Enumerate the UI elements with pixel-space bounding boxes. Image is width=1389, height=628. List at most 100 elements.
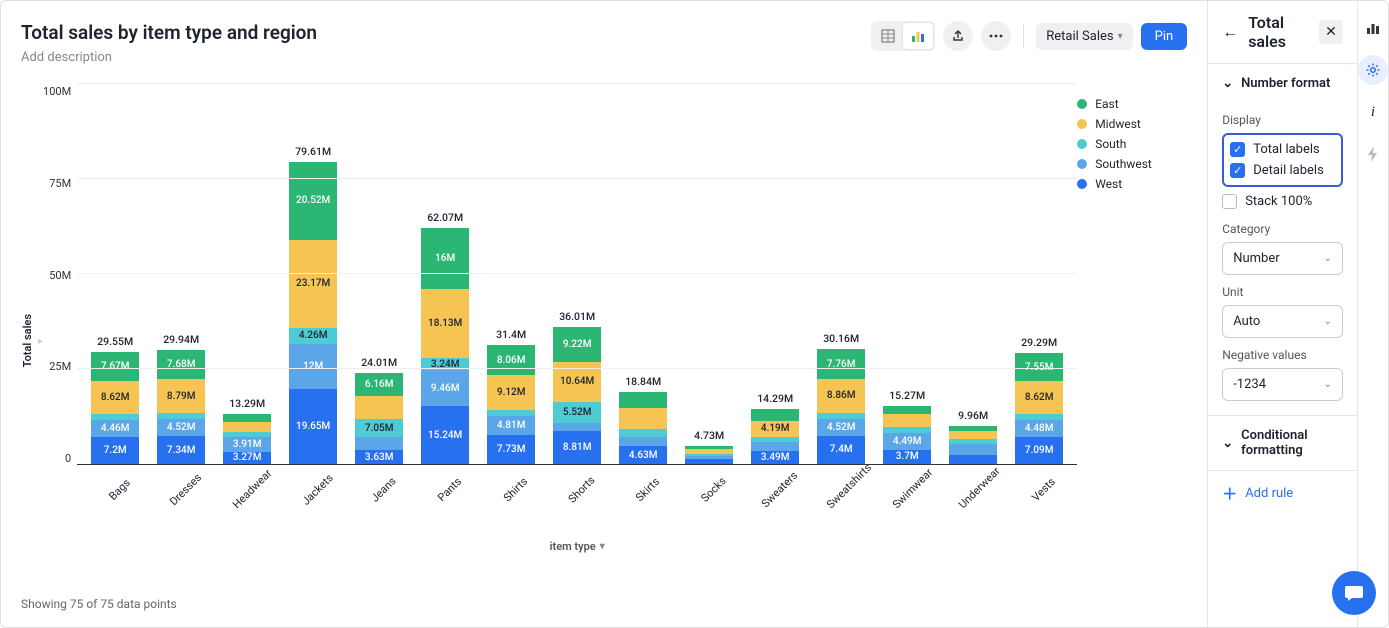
bar-column[interactable]: 24.01M3.63M7.05M6.16M [355,356,403,464]
bar-segment[interactable] [619,429,667,437]
bar-segment[interactable]: 4.26M [289,328,337,344]
bar-column[interactable]: 14.29M3.49M4.19M [751,392,799,464]
bar-segment[interactable] [751,409,799,420]
bar-segment[interactable] [223,414,271,422]
share-button[interactable] [943,21,973,51]
section-number-format[interactable]: ⌄ Number format [1208,64,1357,103]
bar-segment[interactable]: 8.06M [487,345,535,376]
bar-segment[interactable]: 23.17M [289,240,337,328]
checkbox-total-labels[interactable]: ✓ Total labels [1230,139,1335,160]
bar-segment[interactable]: 7.09M [1015,437,1063,464]
bar-column[interactable]: 15.27M3.7M4.49M [883,389,931,464]
bar-segment[interactable]: 3.49M [751,451,799,464]
bar-segment[interactable]: 3.27M [223,452,271,464]
bar-segment[interactable]: 15.24M [421,406,469,464]
close-button[interactable]: ✕ [1319,20,1343,44]
negative-select[interactable]: -1234 ⌄ [1222,368,1343,401]
bar-segment[interactable]: 8.79M [157,379,205,412]
table-view-button[interactable] [873,23,903,49]
bar-segment[interactable] [883,406,931,414]
bar-segment[interactable] [619,408,667,429]
bar-segment[interactable]: 7.34M [157,436,205,464]
bar-column[interactable]: 79.61M19.65M12M4.26M23.17M20.52M [289,145,337,464]
bar-segment[interactable]: 9.22M [553,327,601,362]
legend-item[interactable]: Midwest [1077,117,1187,131]
rail-info-button[interactable]: i [1358,97,1388,127]
bar-segment[interactable]: 8.81M [553,431,601,464]
checkbox-stack-100[interactable]: Stack 100% [1222,191,1343,212]
chat-fab[interactable] [1332,571,1376,615]
unit-select[interactable]: Auto ⌄ [1222,305,1343,338]
bar-segment[interactable]: 7.67M [91,352,139,381]
bar-column[interactable]: 36.01M8.81M5.52M10.64M9.22M [553,310,601,464]
bar-segment[interactable] [619,437,667,447]
description-placeholder[interactable]: Add description [21,50,317,65]
bar-segment[interactable]: 4.81M [487,416,535,434]
bar-column[interactable]: 29.94M7.34M4.52M8.79M7.68M [157,333,205,464]
checkbox-detail-labels[interactable]: ✓ Detail labels [1230,160,1335,181]
bar-column[interactable]: 13.29M3.27M3.91M [223,397,271,464]
bar-column[interactable]: 62.07M15.24M9.46M3.24M18.13M16M [421,211,469,464]
legend-item[interactable]: East [1077,97,1187,111]
bar-segment[interactable]: 16M [421,228,469,289]
bar-column[interactable]: 4.73M [685,429,733,464]
legend-item[interactable]: West [1077,177,1187,191]
chart-view-button[interactable] [903,23,933,49]
bar-segment[interactable]: 7.05M [355,419,403,437]
bar-segment[interactable]: 12M [289,344,337,390]
bar-segment[interactable]: 19.65M [289,389,337,464]
add-rule-button[interactable]: ＋ Add rule [1208,471,1357,516]
bar-column[interactable]: 18.84M4.63M [619,375,667,464]
bar-segment[interactable]: 18.13M [421,289,469,358]
legend-item[interactable]: Southwest [1077,157,1187,171]
bar-segment[interactable] [949,444,997,455]
bar-segment[interactable]: 4.52M [157,419,205,436]
bar-segment[interactable]: 9.46M [421,370,469,406]
bar-segment[interactable]: 3.7M [883,450,931,464]
bar-segment[interactable] [883,414,931,427]
bar-segment[interactable]: 7.4M [817,436,865,464]
bar-segment[interactable] [355,396,403,419]
bar-segment[interactable]: 7.2M [91,437,139,464]
bar-segment[interactable]: 6.16M [355,373,403,396]
bar-segment[interactable]: 8.86M [817,379,865,413]
back-button[interactable]: ← [1222,22,1238,42]
more-button[interactable] [981,21,1011,51]
legend-item[interactable]: South [1077,137,1187,151]
category-select[interactable]: Number ⌄ [1222,242,1343,275]
section-conditional-formatting[interactable]: ⌄ Conditional formatting [1208,416,1357,470]
bar-segment[interactable]: 3.63M [355,450,403,464]
bar-segment[interactable]: 20.52M [289,162,337,240]
bar-segment[interactable]: 4.48M [1015,420,1063,437]
bar-column[interactable]: 30.16M7.4M4.52M8.86M7.76M [817,332,865,464]
rail-chart-button[interactable] [1358,13,1388,43]
bar-segment[interactable]: 4.49M [883,433,931,450]
bar-segment[interactable] [751,442,799,450]
bar-column[interactable]: 31.4M7.73M4.81M9.12M8.06M [487,328,535,464]
bar-segment[interactable]: 3.91M [223,437,271,452]
bar-segment[interactable]: 4.63M [619,446,667,464]
pin-button[interactable]: Pin [1141,23,1188,50]
bar-column[interactable]: 29.55M7.2M4.46M8.62M7.67M [91,335,139,464]
bar-segment[interactable]: 4.19M [751,421,799,437]
bar-segment[interactable] [949,431,997,440]
bar-segment[interactable]: 7.76M [817,349,865,378]
bar-segment[interactable]: 8.62M [91,381,139,414]
bar-segment[interactable] [619,392,667,408]
dataset-dropdown[interactable]: Retail Sales ▾ [1036,23,1132,50]
bar-segment[interactable]: 4.52M [817,419,865,436]
bar-segment[interactable]: 7.73M [487,435,535,464]
rail-settings-button[interactable] [1358,55,1388,85]
bar-segment[interactable]: 7.68M [157,350,205,379]
rail-bolt-button[interactable] [1358,139,1388,169]
bar-segment[interactable]: 5.52M [553,402,601,423]
bar-segment[interactable] [553,423,601,430]
bar-column[interactable]: 29.29M7.09M4.48M8.62M7.55M [1015,336,1063,464]
bar-segment[interactable]: 4.46M [91,420,139,437]
bar-segment[interactable] [355,437,403,450]
bar-segment[interactable] [685,459,733,464]
bar-segment[interactable] [949,455,997,464]
bar-segment[interactable] [223,422,271,433]
bar-segment[interactable]: 9.12M [487,375,535,410]
bar-segment[interactable]: 8.62M [1015,381,1063,414]
